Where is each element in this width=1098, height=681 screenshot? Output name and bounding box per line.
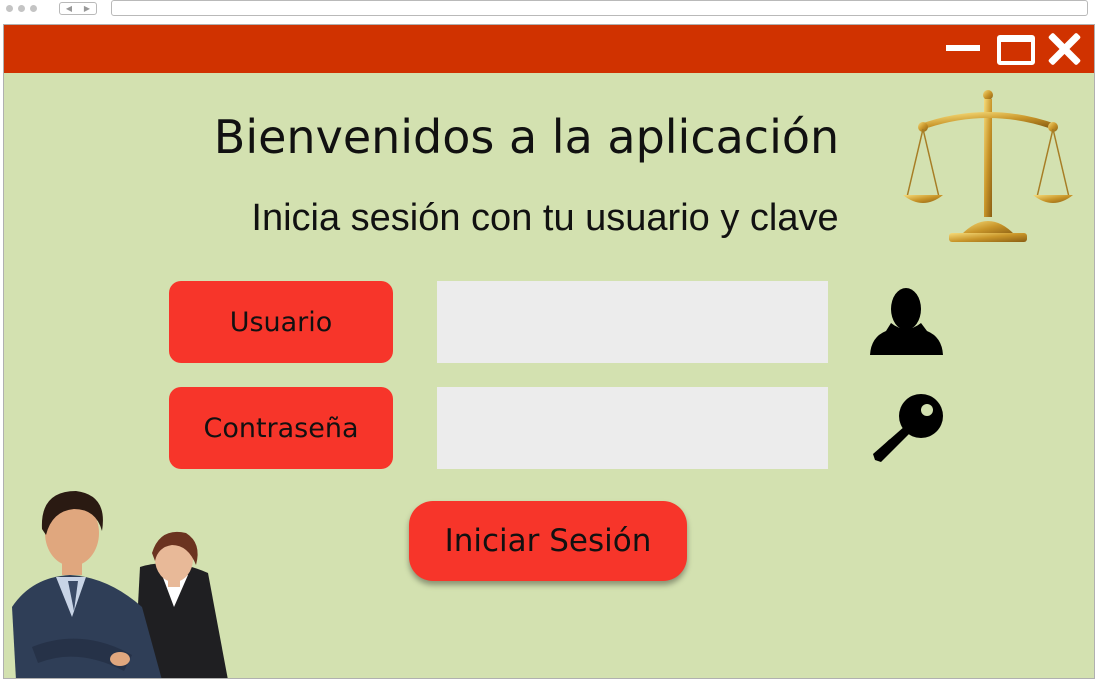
address-bar[interactable] <box>111 0 1088 16</box>
password-field[interactable] <box>437 387 828 469</box>
app-window: Bienvenidos a la aplicación Inicia sesió… <box>3 24 1095 679</box>
username-field[interactable] <box>437 281 828 363</box>
dot-icon <box>30 5 37 12</box>
minimize-button[interactable] <box>946 45 980 51</box>
username-label: Usuario <box>169 281 393 363</box>
login-button[interactable]: Iniciar Sesión <box>409 501 687 581</box>
chevron-left-icon[interactable]: ◀ <box>66 4 72 13</box>
page-title: Bienvenidos a la aplicación <box>213 110 840 164</box>
user-icon <box>870 288 943 355</box>
dot-icon <box>6 5 13 12</box>
close-button[interactable] <box>1045 29 1085 69</box>
maximize-button[interactable] <box>997 35 1035 65</box>
title-bar <box>4 25 1094 73</box>
dot-icon <box>18 5 25 12</box>
password-label: Contraseña <box>169 387 393 469</box>
key-icon <box>873 394 943 462</box>
browser-nav-buttons[interactable]: ◀ ▶ <box>59 2 97 15</box>
business-people-image <box>12 491 228 678</box>
browser-chrome: ◀ ▶ <box>0 0 1098 24</box>
scales-of-justice-icon <box>903 90 1073 242</box>
chevron-right-icon[interactable]: ▶ <box>84 4 90 13</box>
window-dots <box>6 5 37 12</box>
